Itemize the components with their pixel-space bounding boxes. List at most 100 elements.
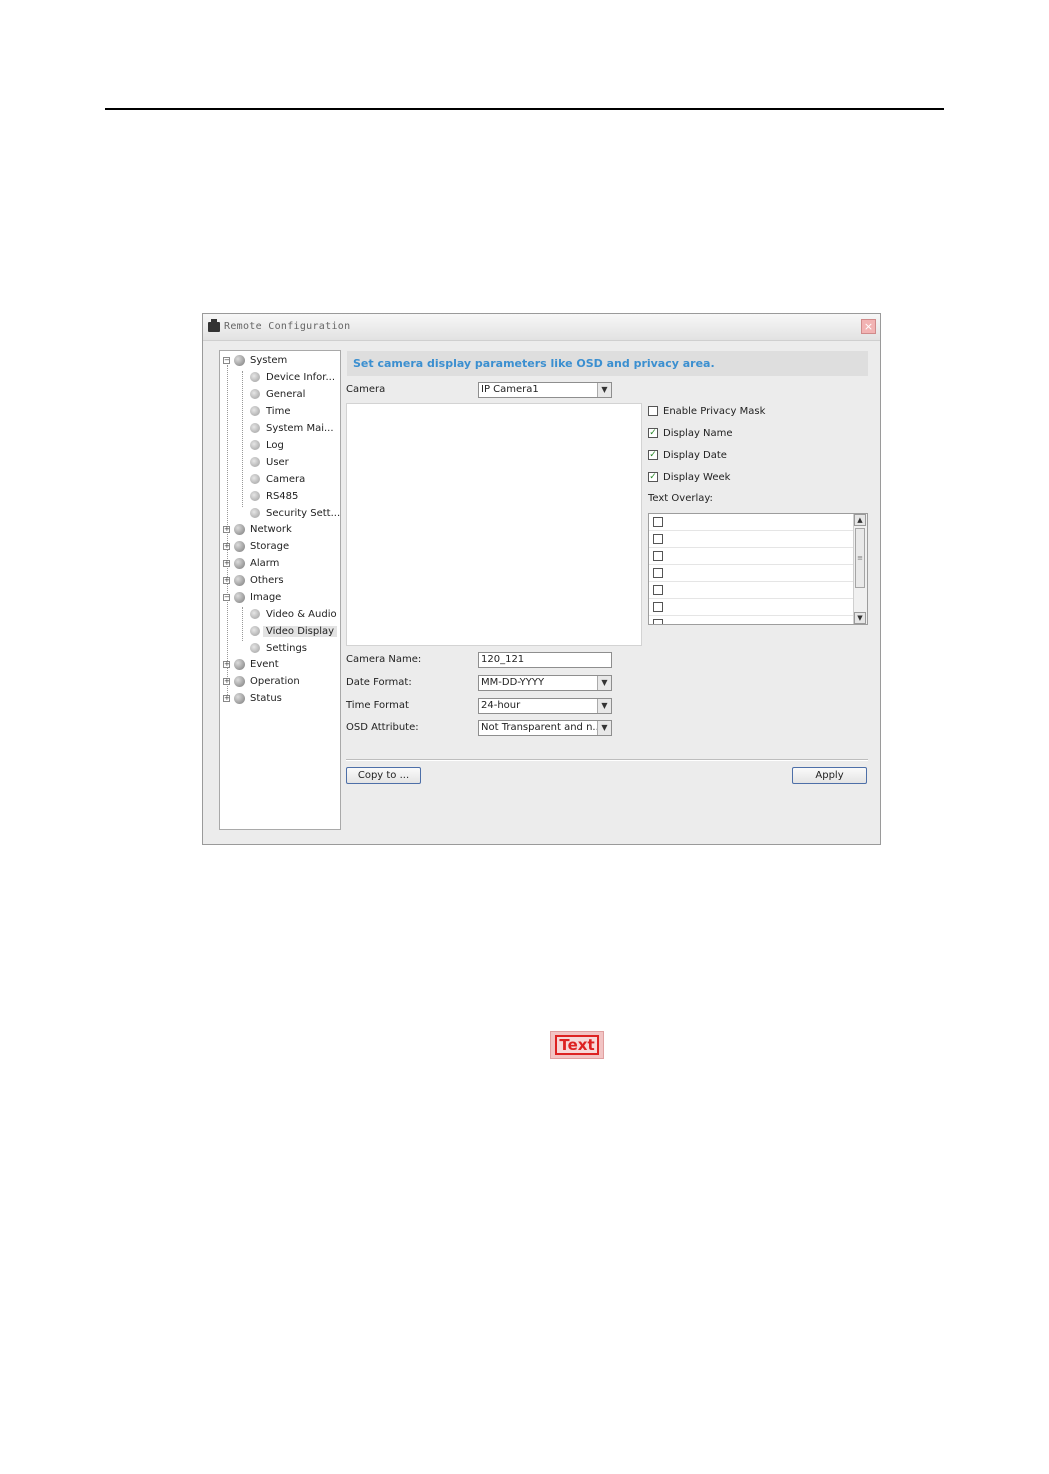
config-icon [250, 643, 260, 653]
checkbox-icon[interactable] [653, 585, 663, 595]
tree-item-settings[interactable]: Settings [250, 641, 307, 657]
camera-label: Camera [346, 384, 386, 395]
checkbox-icon[interactable] [653, 602, 663, 612]
config-icon [250, 626, 260, 636]
osd-attribute-value: Not Transparent and n... [481, 722, 602, 733]
apply-button[interactable]: Apply [792, 767, 867, 784]
dropdown-arrow-icon[interactable]: ▼ [597, 699, 611, 713]
close-button[interactable]: × [861, 319, 876, 334]
checkbox-icon[interactable] [653, 551, 663, 561]
tree-item-device-info[interactable]: Device Infor... [250, 370, 335, 386]
enable-privacy-mask-checkbox[interactable]: Enable Privacy Mask [648, 405, 765, 419]
scroll-thumb[interactable]: ≡ [855, 528, 865, 588]
tree-node-status[interactable]: + Status [223, 691, 282, 707]
checkmark-icon[interactable]: ✓ [648, 472, 658, 482]
tree-item-system-maintenance[interactable]: System Mai... [250, 421, 334, 437]
expand-icon[interactable]: + [223, 525, 230, 533]
video-preview-area[interactable] [346, 403, 642, 646]
overlay-row[interactable] [649, 616, 853, 624]
expand-icon[interactable]: + [223, 542, 230, 550]
overlay-row[interactable] [649, 599, 853, 616]
expand-icon[interactable]: + [223, 576, 230, 584]
overlay-row[interactable] [649, 582, 853, 599]
config-icon [250, 372, 260, 382]
globe-icon [234, 523, 245, 535]
expand-icon[interactable]: + [223, 694, 230, 702]
overlay-row[interactable] [649, 531, 853, 548]
window-title: Remote Configuration [224, 321, 351, 332]
checkbox-icon[interactable] [653, 534, 663, 544]
tree-item-log[interactable]: Log [250, 438, 284, 454]
config-icon [250, 440, 260, 450]
expand-icon[interactable]: + [223, 660, 230, 668]
tree-node-system[interactable]: − System [223, 353, 287, 369]
tree-node-alarm[interactable]: + Alarm [223, 556, 279, 572]
dropdown-arrow-icon[interactable]: ▼ [597, 383, 611, 397]
tree-item-security-settings[interactable]: Security Sett... [250, 506, 340, 522]
config-icon [250, 423, 260, 433]
copy-to-button[interactable]: Copy to ... [346, 767, 421, 784]
checkmark-icon[interactable]: ✓ [648, 428, 658, 438]
date-format-select[interactable]: MM-DD-YYYY ▼ [478, 675, 612, 691]
checkbox-icon[interactable] [653, 568, 663, 578]
tree-node-others[interactable]: + Others [223, 573, 284, 589]
collapse-icon[interactable]: − [223, 593, 230, 601]
tree-item-camera[interactable]: Camera [250, 472, 305, 488]
camera-name-label: Camera Name: [346, 654, 422, 665]
config-icon [250, 508, 260, 518]
tree-item-rs485[interactable]: RS485 [250, 489, 298, 505]
tree-node-image[interactable]: − Image [223, 590, 281, 606]
text-overlay-list[interactable]: ▲ ≡ ▼ [648, 513, 868, 625]
tree-node-event[interactable]: + Event [223, 657, 279, 673]
section-description: Set camera display parameters like OSD a… [347, 351, 868, 376]
display-name-checkbox[interactable]: ✓ Display Name [648, 427, 733, 441]
collapse-icon[interactable]: − [223, 356, 230, 364]
camera-name-input[interactable]: 120_121 [478, 652, 612, 668]
overlay-row[interactable] [649, 565, 853, 582]
tree-connector [242, 607, 243, 641]
tree-item-general[interactable]: General [250, 387, 305, 403]
time-format-label: Time Format [346, 700, 409, 711]
checkmark-icon[interactable]: ✓ [648, 450, 658, 460]
display-week-checkbox[interactable]: ✓ Display Week [648, 471, 730, 485]
checkbox-icon[interactable] [653, 619, 663, 624]
overlay-row[interactable] [649, 514, 853, 531]
tree-node-operation[interactable]: + Operation [223, 674, 300, 690]
config-icon [250, 389, 260, 399]
overlay-row[interactable] [649, 548, 853, 565]
dropdown-arrow-icon[interactable]: ▼ [597, 721, 611, 735]
globe-icon [234, 574, 245, 586]
scroll-down-icon[interactable]: ▼ [854, 612, 866, 624]
overlay-scrollbar[interactable]: ▲ ≡ ▼ [853, 514, 867, 624]
date-format-label: Date Format: [346, 677, 412, 688]
display-date-checkbox[interactable]: ✓ Display Date [648, 449, 727, 463]
globe-icon [234, 658, 245, 670]
globe-icon [234, 675, 245, 687]
tree-item-user[interactable]: User [250, 455, 289, 471]
expand-icon[interactable]: + [223, 559, 230, 567]
osd-attribute-select[interactable]: Not Transparent and n... ▼ [478, 720, 612, 736]
camera-select[interactable]: IP Camera1 ▼ [478, 382, 612, 398]
config-icon [250, 474, 260, 484]
tree-node-network[interactable]: + Network [223, 522, 292, 538]
page-header-rule [105, 108, 944, 110]
checkbox-icon[interactable] [653, 517, 663, 527]
time-format-select[interactable]: 24-hour ▼ [478, 698, 612, 714]
tree-item-time[interactable]: Time [250, 404, 290, 420]
camera-select-value: IP Camera1 [481, 384, 539, 395]
dropdown-arrow-icon[interactable]: ▼ [597, 676, 611, 690]
tree-item-video-audio[interactable]: Video & Audio [250, 607, 337, 623]
title-bar[interactable]: Remote Configuration × [203, 314, 880, 341]
date-format-value: MM-DD-YYYY [481, 677, 545, 688]
config-icon [250, 457, 260, 467]
tree-node-storage[interactable]: + Storage [223, 539, 289, 555]
osd-attribute-label: OSD Attribute: [346, 722, 419, 733]
tree-item-video-display[interactable]: Video Display [250, 624, 338, 640]
checkbox-icon[interactable] [648, 406, 658, 416]
scroll-up-icon[interactable]: ▲ [854, 514, 866, 526]
remote-configuration-window: Remote Configuration × − System Device In… [202, 313, 881, 845]
camera-icon [208, 319, 220, 332]
expand-icon[interactable]: + [223, 677, 230, 685]
globe-icon [234, 591, 245, 603]
globe-icon [234, 540, 245, 552]
